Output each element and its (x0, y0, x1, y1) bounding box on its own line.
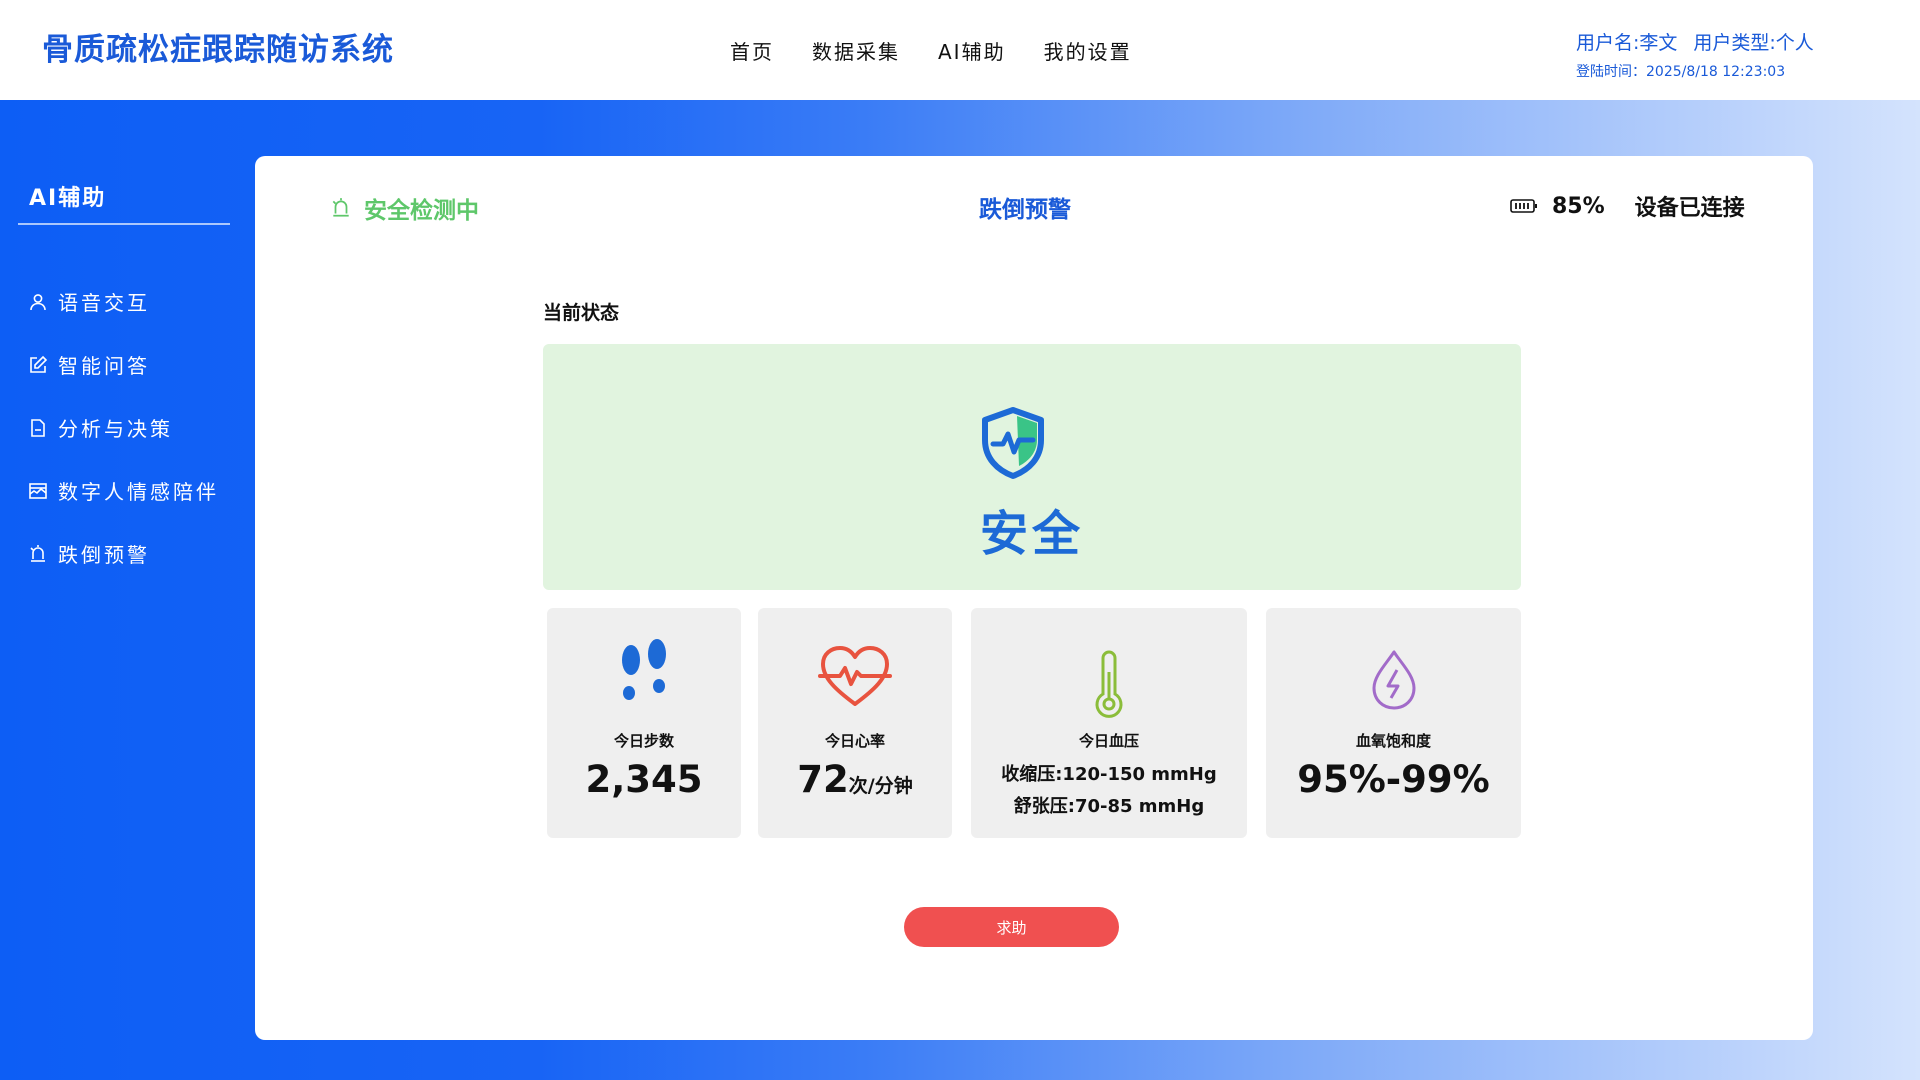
thermometer-icon (1095, 650, 1123, 718)
sidebar-item-label: 跌倒预警 (58, 543, 150, 567)
username: 用户名:李文 (1576, 32, 1678, 54)
image-icon (29, 482, 47, 499)
monitor-status: 安全检测中 (330, 191, 479, 225)
water-drop-icon (1372, 650, 1415, 710)
spo2-label: 血氧饱和度 (1355, 732, 1431, 750)
nav-ai-assist[interactable]: AI辅助 (938, 36, 1006, 65)
battery-level: 85% (1552, 193, 1605, 219)
steps-label: 今日步数 (613, 732, 674, 750)
blood-pressure-card: 今日血压 收缩压:120-150 mmHg 舒张压:70-85 mmHg (971, 608, 1247, 838)
sidebar-item-label: 语音交互 (58, 291, 150, 315)
sidebar-item-qa[interactable]: 智能问答 (28, 333, 219, 396)
device-status: 85% 设备已连接 (1510, 190, 1745, 222)
nav-home[interactable]: 首页 (730, 36, 774, 65)
page-title: 跌倒预警 (979, 197, 1071, 223)
sidebar-item-voice[interactable]: 语音交互 (28, 270, 219, 333)
sidebar-menu: 语音交互 智能问答 分析与决策 数字人情感陪伴 跌倒预警 (28, 270, 219, 585)
safety-status-panel: 安全 (543, 344, 1521, 590)
steps-value: 2,345 (585, 758, 703, 801)
diastolic-value: 舒张压:70-85 mmHg (1013, 796, 1205, 817)
monitor-status-label: 安全检测中 (364, 198, 479, 224)
shield-heartbeat-icon (982, 407, 1044, 479)
spo2-value: 95%-99% (1297, 758, 1490, 801)
sidebar-item-label: 数字人情感陪伴 (58, 480, 219, 504)
heart-rate-unit: 次/分钟 (848, 775, 913, 797)
heart-rate-value-row: 72次/分钟 (758, 758, 952, 801)
user-icon (30, 293, 46, 310)
sidebar-item-digital-human[interactable]: 数字人情感陪伴 (28, 459, 219, 522)
document-icon (31, 418, 45, 437)
current-state-label: 当前状态 (543, 302, 620, 324)
steps-card: 今日步数 2,345 (547, 608, 741, 838)
sidebar-title: AI辅助 (29, 186, 107, 211)
top-header: 骨质疏松症跟踪随访系统 首页 数据采集 AI辅助 我的设置 用户名:李文 用户类… (0, 0, 1920, 100)
sidebar-item-fall-alert[interactable]: 跌倒预警 (28, 522, 219, 585)
footprints-icon (622, 639, 666, 700)
sidebar-divider (18, 223, 230, 225)
alarm-icon (30, 544, 45, 562)
systolic-value: 收缩压:120-150 mmHg (1001, 764, 1217, 785)
blood-pressure-label: 今日血压 (1078, 732, 1139, 750)
user-type: 用户类型:个人 (1693, 32, 1814, 54)
device-connection-status: 设备已连接 (1634, 196, 1745, 221)
heart-rate-card: 今日心率 72次/分钟 (758, 608, 952, 838)
edit-icon (30, 355, 48, 373)
sidebar-item-analysis[interactable]: 分析与决策 (28, 396, 219, 459)
heart-rate-label: 今日心率 (824, 732, 885, 750)
sidebar-item-label: 智能问答 (58, 354, 150, 378)
alarm-icon (332, 198, 349, 217)
user-info: 用户名:李文 用户类型:个人 登陆时间：2025/8/18 12:23:03 (1576, 28, 1814, 81)
safety-status-text: 安全 (979, 506, 1084, 562)
nav-my-settings[interactable]: 我的设置 (1044, 36, 1132, 65)
login-time: 登陆时间：2025/8/18 12:23:03 (1576, 64, 1786, 80)
heartbeat-icon (818, 646, 892, 706)
app-title: 骨质疏松症跟踪随访系统 (42, 32, 394, 68)
nav-data-collection[interactable]: 数据采集 (812, 36, 900, 65)
battery-icon (1510, 199, 1537, 213)
spo2-card: 血氧饱和度 95%-99% (1266, 608, 1521, 838)
heart-rate-value: 72 (797, 758, 849, 801)
sidebar-item-label: 分析与决策 (58, 417, 173, 441)
main-nav: 首页 数据采集 AI辅助 我的设置 (730, 36, 1132, 65)
help-button[interactable]: 求助 (904, 907, 1119, 947)
